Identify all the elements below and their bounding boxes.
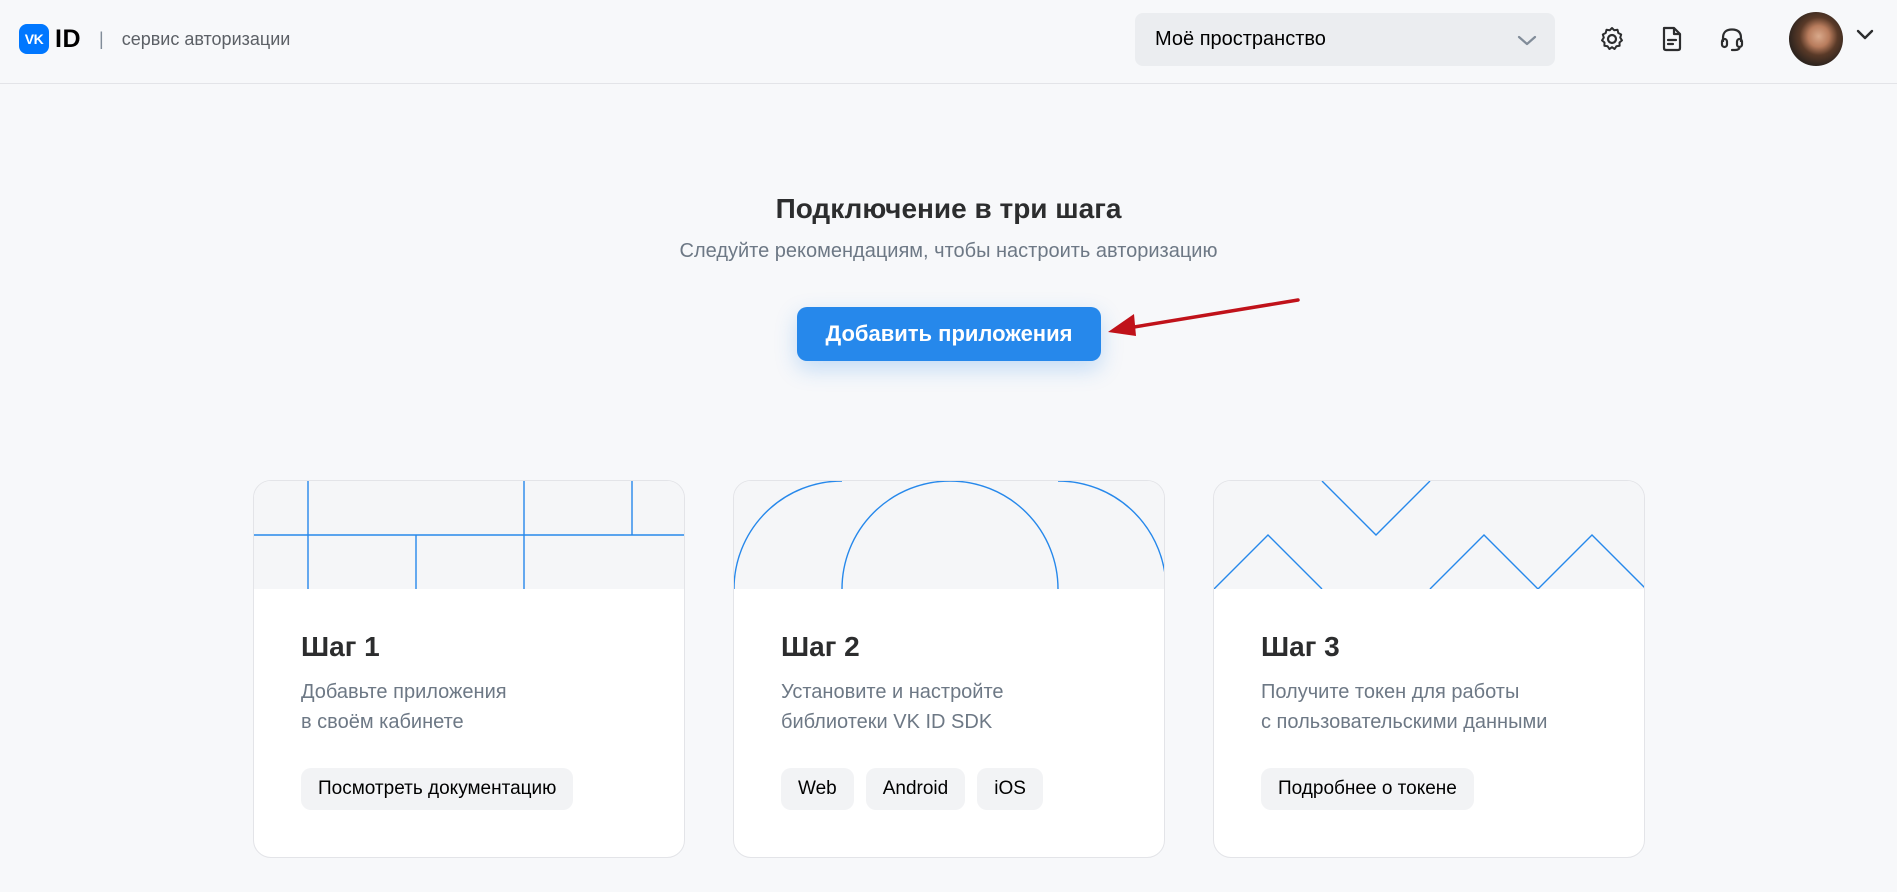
step-card-1: Шаг 1 Добавьте приложения в своём кабине…	[253, 480, 685, 858]
support-headset-icon[interactable]	[1715, 22, 1749, 56]
step-description: Добавьте приложения в своём кабинете	[301, 677, 661, 737]
arcs-illustration	[734, 481, 1164, 589]
logo-separator: |	[99, 28, 104, 49]
step-description-line: с пользовательскими данными	[1261, 711, 1548, 733]
chevron-down-icon[interactable]	[1855, 28, 1875, 47]
sdk-ios-button[interactable]: iOS	[977, 768, 1043, 810]
add-applications-button[interactable]: Добавить приложения	[797, 307, 1101, 361]
step-actions: Посмотреть документацию	[301, 768, 574, 810]
annotation-arrow-icon	[1108, 298, 1300, 336]
token-details-button[interactable]: Подробнее о токене	[1261, 768, 1474, 810]
user-avatar[interactable]	[1789, 12, 1843, 66]
document-icon[interactable]	[1655, 22, 1689, 56]
page-title: Подключение в три шага	[775, 193, 1122, 224]
logo-id-text: ID	[55, 24, 81, 53]
step-description: Получите токен для работы с пользователь…	[1261, 677, 1621, 737]
sdk-android-button[interactable]: Android	[865, 768, 966, 810]
step-actions: Подробнее о токене	[1261, 768, 1474, 810]
step-card-2: Шаг 2 Установите и настройте библиотеки …	[733, 480, 1165, 858]
workspace-select-value: Моё пространство	[1155, 28, 1326, 50]
step-description: Установите и настройте библиотеки VK ID …	[781, 677, 1141, 737]
step-description-line: Добавьте приложения	[301, 681, 507, 703]
step-description-line: Получите токен для работы	[1261, 681, 1520, 703]
vk-id-logo[interactable]: VK ID | сервис авторизации	[19, 24, 290, 54]
step-title: Шаг 3	[1261, 631, 1340, 662]
step-description-line: библиотеки VK ID SDK	[781, 711, 993, 733]
page-subtitle: Следуйте рекомендациям, чтобы настроить …	[679, 240, 1218, 262]
step-actions: Web Android iOS	[781, 768, 1043, 810]
step-description-line: в своём кабинете	[301, 711, 464, 733]
logo-subtitle: сервис авторизации	[121, 28, 291, 49]
zigzag-illustration	[1214, 481, 1644, 589]
step-card-3: Шаг 3 Получите токен для работы с пользо…	[1213, 480, 1645, 858]
workspace-select[interactable]: Моё пространство	[1135, 13, 1555, 66]
grid-lines-illustration	[254, 481, 684, 589]
step-title: Шаг 2	[781, 631, 860, 662]
view-documentation-button[interactable]: Посмотреть документацию	[301, 768, 574, 810]
step-title: Шаг 1	[301, 631, 380, 662]
sdk-web-button[interactable]: Web	[781, 768, 854, 810]
vk-logo-badge: VK	[19, 24, 49, 54]
top-header: VK ID | сервис авторизации Моё пространс…	[0, 0, 1897, 84]
step-description-line: Установите и настройте	[781, 681, 1004, 703]
chevron-down-icon	[1517, 31, 1537, 54]
settings-icon[interactable]	[1595, 22, 1629, 56]
